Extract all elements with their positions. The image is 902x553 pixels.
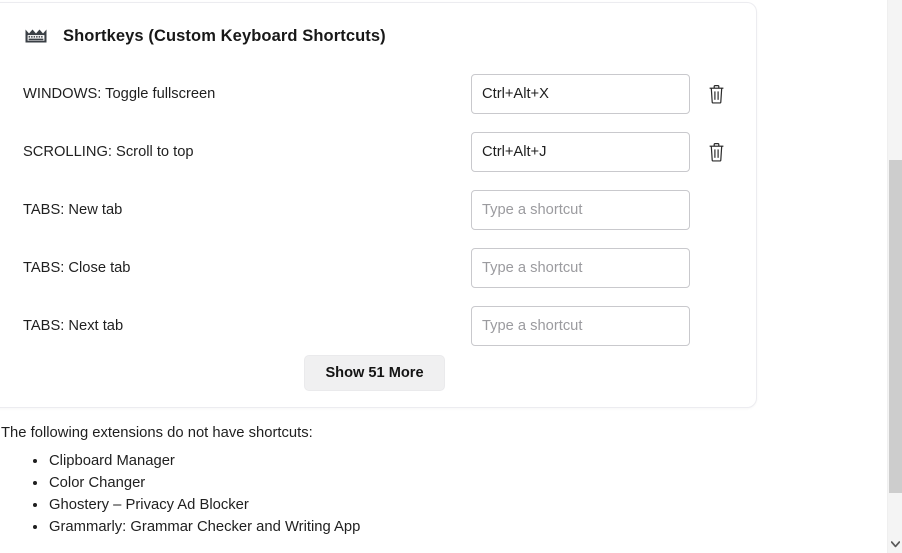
show-more-container: Show 51 More	[0, 355, 758, 392]
shortcut-row: TABS: Next tab	[0, 297, 756, 355]
extension-shortcuts-card: Shortkeys (Custom Keyboard Shortcuts) WI…	[0, 2, 757, 408]
clear-shortcut-button[interactable]	[705, 139, 727, 165]
scrollbar-thumb[interactable]	[889, 160, 902, 493]
shortcut-input[interactable]	[471, 306, 690, 346]
card-title: Shortkeys (Custom Keyboard Shortcuts)	[63, 26, 386, 45]
clear-shortcut-button[interactable]	[705, 81, 727, 107]
shortcut-row: WINDOWS: Toggle fullscreen	[0, 65, 756, 123]
scrollbar-down-arrow[interactable]	[888, 536, 902, 553]
list-item: Color Changer	[33, 472, 780, 494]
card-header: Shortkeys (Custom Keyboard Shortcuts)	[23, 23, 386, 49]
vertical-scrollbar[interactable]	[887, 0, 902, 553]
list-item: Grammarly: Grammar Checker and Writing A…	[33, 516, 780, 538]
shortcut-label: TABS: Next tab	[23, 318, 124, 334]
shortcut-input[interactable]	[471, 132, 690, 172]
shortcut-row: TABS: Close tab	[0, 239, 756, 297]
shortcut-input[interactable]	[471, 248, 690, 288]
no-shortcut-extensions-section: The following extensions do not have sho…	[0, 425, 780, 538]
shortcut-label: WINDOWS: Toggle fullscreen	[23, 86, 216, 102]
shortcut-label: TABS: New tab	[23, 202, 123, 218]
shortcut-row: TABS: New tab	[0, 181, 756, 239]
shortcut-rows: WINDOWS: Toggle fullscreen Ctrl+Alt+X SC…	[0, 65, 756, 355]
list-item: Clipboard Manager	[33, 450, 780, 472]
shortcut-row: SCROLLING: Scroll to top	[0, 123, 756, 181]
show-more-button[interactable]: Show 51 More	[304, 355, 445, 392]
shortcut-label: SCROLLING: Scroll to top	[23, 144, 194, 160]
shortcut-label: TABS: Close tab	[23, 260, 131, 276]
shortcut-input[interactable]	[471, 74, 690, 114]
no-shortcut-extensions-heading: The following extensions do not have sho…	[1, 425, 313, 441]
no-shortcut-extensions-list: Clipboard Manager Color Changer Ghostery…	[0, 450, 780, 538]
page-viewport: Shortkeys (Custom Keyboard Shortcuts) WI…	[0, 0, 887, 553]
keyboard-icon	[23, 23, 49, 49]
list-item: Ghostery – Privacy Ad Blocker	[33, 494, 780, 516]
shortcut-input[interactable]	[471, 190, 690, 230]
